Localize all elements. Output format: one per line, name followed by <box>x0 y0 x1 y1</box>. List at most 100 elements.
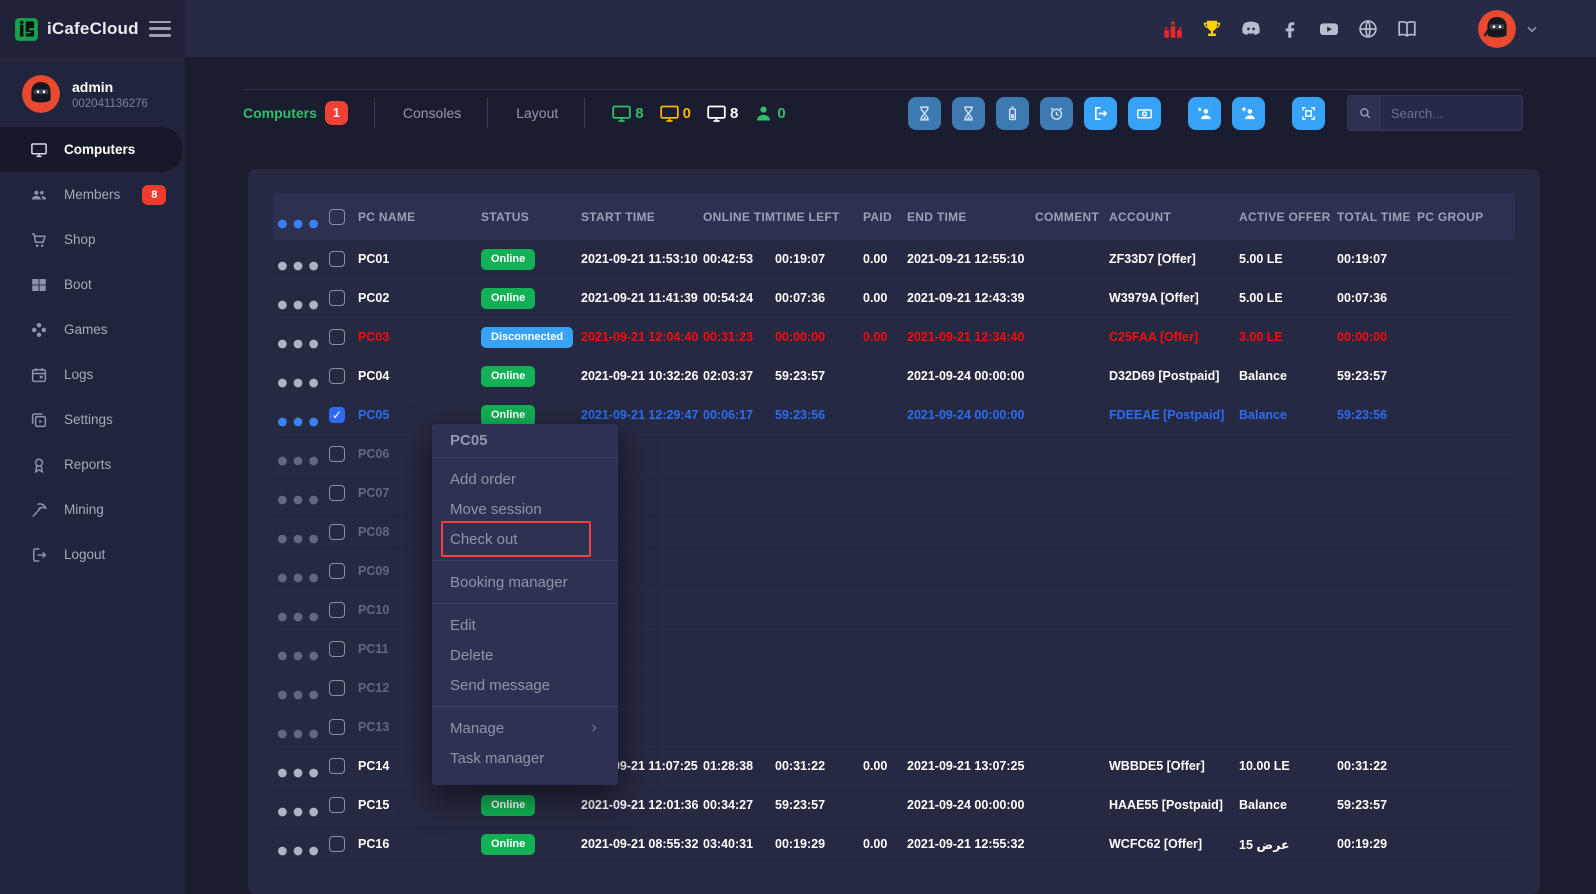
cell-online: 00:42:53 <box>703 252 775 266</box>
chevron-down-icon <box>1524 21 1540 37</box>
pc-name[interactable]: PC12 <box>358 681 389 695</box>
menu-toggle-button[interactable] <box>149 21 171 37</box>
alarm-button[interactable] <box>1040 97 1073 130</box>
row-checkbox[interactable] <box>329 329 345 345</box>
pc-name[interactable]: PC04 <box>358 369 389 383</box>
sidebar: admin 002041136276 ComputersMembers8Shop… <box>0 57 185 894</box>
pc-name[interactable]: PC14 <box>358 759 389 773</box>
checkout-button[interactable] <box>1084 97 1117 130</box>
context-menu-item-delete[interactable]: Delete <box>432 640 618 670</box>
cell-online: 01:28:38 <box>703 759 775 773</box>
pc-name[interactable]: PC03 <box>358 330 389 344</box>
sidebar-item-reports[interactable]: Reports <box>0 442 185 487</box>
pc-name[interactable]: PC05 <box>358 408 389 422</box>
counter-value: 0 <box>777 105 785 122</box>
context-menu-item-label: Manage <box>450 720 504 737</box>
sidebar-item-members[interactable]: Members8 <box>0 172 185 217</box>
row-checkbox[interactable] <box>329 719 345 735</box>
row-checkbox[interactable] <box>329 446 345 462</box>
tab-layout[interactable]: Layout <box>510 105 584 121</box>
row-checkbox[interactable] <box>329 641 345 657</box>
pc-name[interactable]: PC02 <box>358 291 389 305</box>
screenshot-button[interactable] <box>1292 97 1325 130</box>
book-icon[interactable] <box>1396 18 1418 40</box>
context-menu-item-move-session[interactable]: Move session <box>432 494 618 524</box>
pc-name[interactable]: PC11 <box>358 642 389 656</box>
cell-end: 2021-09-21 13:07:25 <box>907 759 1035 773</box>
three-dots-icon[interactable] <box>273 826 323 876</box>
row-checkbox[interactable] <box>329 758 345 774</box>
account-menu[interactable] <box>1478 0 1540 57</box>
sidebar-item-shop[interactable]: Shop <box>0 217 185 262</box>
tab-row: Computers1ConsolesLayout 8080 <box>243 89 1523 136</box>
tab-badge: 1 <box>325 101 348 125</box>
row-checkbox[interactable] <box>329 524 345 540</box>
pc-name[interactable]: PC10 <box>358 603 389 617</box>
youtube-icon[interactable] <box>1318 18 1340 40</box>
row-checkbox[interactable] <box>329 836 345 852</box>
sidebar-item-logout[interactable]: Logout <box>0 532 185 577</box>
sidebar-item-boot[interactable]: Boot <box>0 262 185 307</box>
hourglass2-button[interactable] <box>952 97 985 130</box>
row-checkbox[interactable] <box>329 485 345 501</box>
battery-button[interactable] <box>996 97 1029 130</box>
discord-icon[interactable] <box>1240 18 1262 40</box>
sidebar-item-logs[interactable]: Logs <box>0 352 185 397</box>
context-menu-item-send-message[interactable]: Send message <box>432 670 618 700</box>
trophy-icon[interactable] <box>1201 18 1223 40</box>
row-checkbox[interactable]: ✓ <box>329 407 345 423</box>
counter-value: 0 <box>683 105 691 122</box>
screenshot-icon <box>1300 105 1317 122</box>
status-badge: Online <box>481 249 535 270</box>
row-checkbox[interactable] <box>329 251 345 267</box>
pc-name[interactable]: PC09 <box>358 564 389 578</box>
pc-name[interactable]: PC15 <box>358 798 389 812</box>
podium-icon[interactable] <box>1162 18 1184 40</box>
facebook-icon[interactable] <box>1279 18 1301 40</box>
counter-online-pcs: 8 <box>611 103 643 124</box>
pc-name[interactable]: PC06 <box>358 447 389 461</box>
pc-name[interactable]: PC01 <box>358 252 389 266</box>
context-menu-item-manage[interactable]: Manage <box>432 713 618 743</box>
table-header-row: PC NAMESTATUSSTART TIMEONLINE TIMETIME L… <box>273 193 1515 240</box>
cell-offer: Balance <box>1239 369 1337 383</box>
pc-name[interactable]: PC07 <box>358 486 389 500</box>
pc-name[interactable]: PC16 <box>358 837 389 851</box>
sidebar-item-computers[interactable]: Computers <box>0 127 183 172</box>
row-checkbox[interactable] <box>329 290 345 306</box>
add-guest-button[interactable] <box>1188 97 1221 130</box>
add-member-button[interactable] <box>1232 97 1265 130</box>
sidebar-avatar[interactable] <box>22 75 60 113</box>
hourglass-button[interactable] <box>908 97 941 130</box>
sidebar-item-settings[interactable]: Settings <box>0 397 185 442</box>
column-header: ONLINE TIME <box>703 210 775 224</box>
sidebar-item-games[interactable]: Games <box>0 307 185 352</box>
cash-icon <box>1136 105 1153 122</box>
person-icon <box>753 103 774 124</box>
monitor-icon <box>611 103 632 124</box>
tab-consoles[interactable]: Consoles <box>397 105 487 121</box>
row-checkbox[interactable] <box>329 563 345 579</box>
context-menu-group: Booking manager <box>432 561 618 604</box>
sidebar-item-mining[interactable]: Mining <box>0 487 185 532</box>
cash-button[interactable] <box>1128 97 1161 130</box>
row-checkbox[interactable] <box>329 797 345 813</box>
globe-icon[interactable] <box>1357 18 1379 40</box>
select-all-checkbox[interactable] <box>329 209 345 225</box>
context-menu-item-booking-manager[interactable]: Booking manager <box>432 567 618 597</box>
pc-name[interactable]: PC08 <box>358 525 389 539</box>
row-checkbox[interactable] <box>329 680 345 696</box>
tab-computers[interactable]: Computers1 <box>243 101 374 125</box>
cell-account: W3979A [Offer] <box>1109 291 1239 305</box>
table-row: PC01Online2021-09-21 11:53:1000:42:5300:… <box>273 240 1515 279</box>
context-menu-item-task-manager[interactable]: Task manager <box>432 743 618 773</box>
context-menu-item-add-order[interactable]: Add order <box>432 464 618 494</box>
avatar[interactable] <box>1478 10 1516 48</box>
context-menu-item-edit[interactable]: Edit <box>432 610 618 640</box>
search-input[interactable] <box>1381 106 1522 121</box>
context-menu-item-check-out[interactable]: Check out <box>432 524 618 554</box>
row-checkbox[interactable] <box>329 602 345 618</box>
cell-end: 2021-09-24 00:00:00 <box>907 369 1035 383</box>
row-checkbox[interactable] <box>329 368 345 384</box>
pc-name[interactable]: PC13 <box>358 720 389 734</box>
